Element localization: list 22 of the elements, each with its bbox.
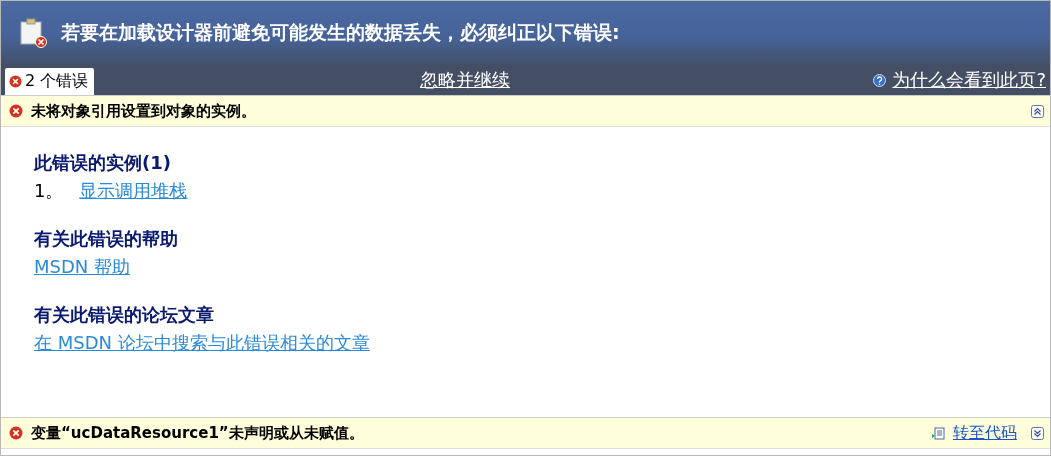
help-icon	[873, 73, 887, 87]
error-icon	[9, 426, 23, 440]
help-link[interactable]: 在 MSDN 论坛中搜索与此错误相关的文章	[34, 331, 370, 355]
error-icon	[9, 75, 22, 88]
why-page-link[interactable]: 为什么会看到此页?	[892, 68, 1046, 92]
help-link[interactable]: 显示调用堆栈	[79, 179, 188, 203]
errors-tab[interactable]: 2 个错误	[5, 68, 95, 95]
error-message: 未将对象引用设置到对象的实例。	[31, 101, 256, 121]
section-heading: 有关此错误的论坛文章	[34, 303, 215, 327]
ignore-continue-link[interactable]: 忽略并继续	[420, 68, 510, 92]
collapse-icon[interactable]	[1031, 104, 1044, 118]
section-heading: 此错误的实例(1)	[34, 151, 172, 175]
section-heading: 有关此错误的帮助	[34, 227, 179, 251]
error-icon	[9, 104, 23, 118]
item-number: 1。	[34, 179, 64, 203]
document-icon	[932, 426, 945, 440]
error-message: 变量“ucDataResource1”未声明或从未赋值。	[31, 423, 364, 443]
header-title: 若要在加载设计器前避免可能发生的数据丢失，必须纠正以下错误:	[61, 19, 620, 45]
clipboard-error-icon	[19, 17, 47, 48]
go-to-code-link[interactable]: 转至代码	[953, 422, 1017, 444]
help-link[interactable]: MSDN 帮助	[34, 255, 130, 279]
expand-icon[interactable]	[1031, 426, 1044, 440]
